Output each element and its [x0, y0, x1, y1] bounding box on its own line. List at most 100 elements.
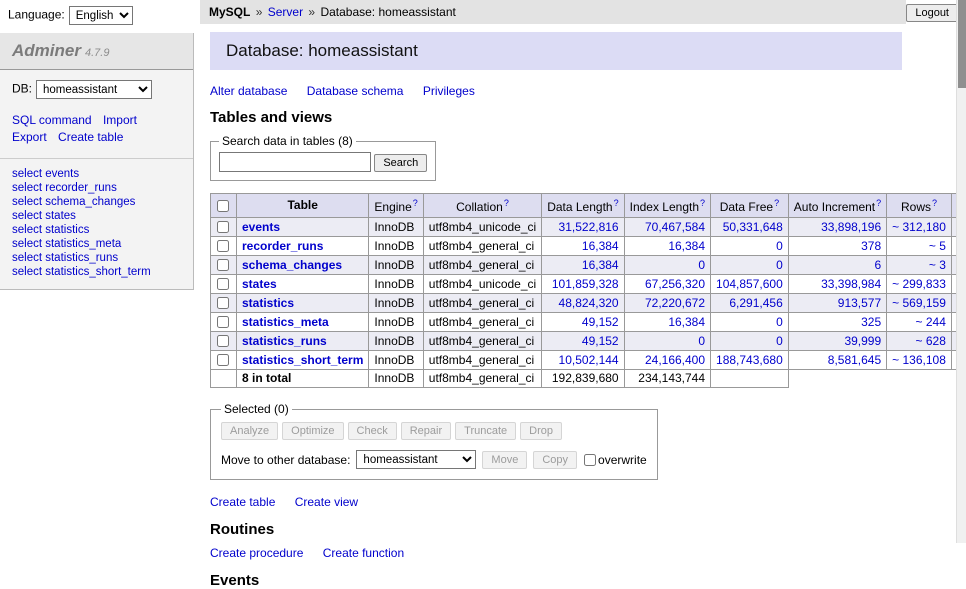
data-free-link[interactable]: 0	[776, 334, 783, 348]
row-checkbox[interactable]	[217, 221, 229, 233]
table-name-link[interactable]: statistics_runs	[242, 334, 327, 348]
table-name-link[interactable]: statistics_short_term	[242, 353, 363, 367]
row-checkbox[interactable]	[217, 278, 229, 290]
table-name-link[interactable]: schema_changes	[242, 258, 342, 272]
search-button[interactable]: Search	[374, 154, 427, 172]
table-name-link[interactable]: states	[242, 277, 277, 291]
sidebar-table-link[interactable]: select statistics	[12, 223, 181, 237]
data-length-link[interactable]: 10,502,144	[559, 353, 619, 367]
copy-button[interactable]: Copy	[533, 451, 577, 469]
index-length-link[interactable]: 0	[698, 334, 705, 348]
data-free-link[interactable]: 50,331,648	[723, 220, 783, 234]
index-length-link[interactable]: 24,166,400	[645, 353, 705, 367]
db-nav-link[interactable]: Database schema	[307, 84, 404, 98]
data-length-link[interactable]: 16,384	[582, 239, 619, 253]
data-free-link[interactable]: 0	[776, 239, 783, 253]
db-select[interactable]: homeassistant	[36, 80, 152, 99]
data-length-link[interactable]: 16,384	[582, 258, 619, 272]
select-all-checkbox[interactable]	[217, 200, 229, 212]
column-help-link[interactable]: ?	[932, 198, 937, 208]
data-length-link[interactable]: 101,859,328	[552, 277, 619, 291]
sidebar-table-link[interactable]: select states	[12, 209, 181, 223]
column-help-link[interactable]: ?	[413, 198, 418, 208]
auto-increment-link[interactable]: 325	[861, 315, 881, 329]
sidebar-table-link[interactable]: select schema_changes	[12, 195, 181, 209]
rows-link[interactable]: ~ 299,833	[892, 277, 946, 291]
column-help-link[interactable]: ?	[774, 198, 779, 208]
column-help-link[interactable]: ?	[700, 198, 705, 208]
search-input[interactable]	[219, 152, 371, 172]
data-length-link[interactable]: 49,152	[582, 315, 619, 329]
column-help-link[interactable]: ?	[876, 198, 881, 208]
auto-increment-link[interactable]: 8,581,645	[828, 353, 881, 367]
sidebar-action-link[interactable]: Export	[12, 130, 47, 144]
index-length-link[interactable]: 0	[698, 258, 705, 272]
move-button[interactable]: Move	[482, 451, 527, 469]
column-help-link[interactable]: ?	[504, 198, 509, 208]
overwrite-label[interactable]: overwrite	[583, 453, 647, 467]
row-checkbox[interactable]	[217, 354, 229, 366]
sidebar-table-link[interactable]: select statistics_short_term	[12, 265, 181, 279]
check-button[interactable]: Check	[348, 422, 397, 440]
optimize-button[interactable]: Optimize	[282, 422, 343, 440]
logout-button[interactable]: Logout	[906, 4, 958, 22]
auto-increment-link[interactable]: 6	[874, 258, 881, 272]
data-length-link[interactable]: 48,824,320	[559, 296, 619, 310]
sidebar-action-link[interactable]: Create table	[58, 130, 123, 144]
index-length-link[interactable]: 16,384	[668, 315, 705, 329]
drop-button[interactable]: Drop	[520, 422, 562, 440]
data-free-link[interactable]: 188,743,680	[716, 353, 783, 367]
move-database-select[interactable]: homeassistant	[356, 450, 476, 469]
routine-link[interactable]: Create procedure	[210, 546, 303, 560]
routine-link[interactable]: Create function	[323, 546, 404, 560]
rows-link[interactable]: ~ 3	[929, 258, 946, 272]
truncate-button[interactable]: Truncate	[455, 422, 516, 440]
auto-increment-link[interactable]: 33,898,196	[821, 220, 881, 234]
auto-increment-link[interactable]: 39,999	[844, 334, 881, 348]
sidebar-table-link[interactable]: select statistics_runs	[12, 251, 181, 265]
rows-link[interactable]: ~ 244	[916, 315, 946, 329]
create-link[interactable]: Create table	[210, 495, 275, 509]
auto-increment-link[interactable]: 33,398,984	[821, 277, 881, 291]
sidebar-action-link[interactable]: SQL command	[12, 113, 92, 127]
data-length-link[interactable]: 31,522,816	[559, 220, 619, 234]
create-link[interactable]: Create view	[295, 495, 358, 509]
rows-link[interactable]: ~ 136,108	[892, 353, 946, 367]
data-free-link[interactable]: 104,857,600	[716, 277, 783, 291]
auto-increment-link[interactable]: 913,577	[838, 296, 881, 310]
rows-link[interactable]: ~ 312,180	[892, 220, 946, 234]
rows-link[interactable]: ~ 569,159	[892, 296, 946, 310]
data-free-link[interactable]: 0	[776, 258, 783, 272]
analyze-button[interactable]: Analyze	[221, 422, 278, 440]
app-name-link[interactable]: Adminer	[12, 41, 81, 60]
table-name-link[interactable]: statistics_meta	[242, 315, 329, 329]
row-checkbox[interactable]	[217, 240, 229, 252]
db-nav-link[interactable]: Privileges	[423, 84, 475, 98]
row-checkbox[interactable]	[217, 316, 229, 328]
row-checkbox[interactable]	[217, 297, 229, 309]
repair-button[interactable]: Repair	[401, 422, 451, 440]
data-free-link[interactable]: 0	[776, 315, 783, 329]
scrollbar[interactable]	[956, 0, 966, 543]
index-length-link[interactable]: 67,256,320	[645, 277, 705, 291]
data-length-link[interactable]: 49,152	[582, 334, 619, 348]
scrollbar-thumb[interactable]	[958, 0, 966, 88]
language-select[interactable]: English	[69, 6, 133, 25]
row-checkbox[interactable]	[217, 259, 229, 271]
table-name-link[interactable]: statistics	[242, 296, 294, 310]
rows-link[interactable]: ~ 5	[929, 239, 946, 253]
overwrite-checkbox[interactable]	[584, 454, 596, 466]
table-name-link[interactable]: recorder_runs	[242, 239, 323, 253]
index-length-link[interactable]: 72,220,672	[645, 296, 705, 310]
sidebar-table-link[interactable]: select statistics_meta	[12, 237, 181, 251]
sidebar-action-link[interactable]: Import	[103, 113, 137, 127]
column-help-link[interactable]: ?	[614, 198, 619, 208]
breadcrumb-driver-link[interactable]: MySQL	[209, 5, 250, 19]
rows-link[interactable]: ~ 628	[916, 334, 946, 348]
row-checkbox[interactable]	[217, 335, 229, 347]
index-length-link[interactable]: 16,384	[668, 239, 705, 253]
breadcrumb-server-link[interactable]: Server	[268, 5, 303, 19]
db-nav-link[interactable]: Alter database	[210, 84, 287, 98]
auto-increment-link[interactable]: 378	[861, 239, 881, 253]
sidebar-table-link[interactable]: select events	[12, 167, 181, 181]
